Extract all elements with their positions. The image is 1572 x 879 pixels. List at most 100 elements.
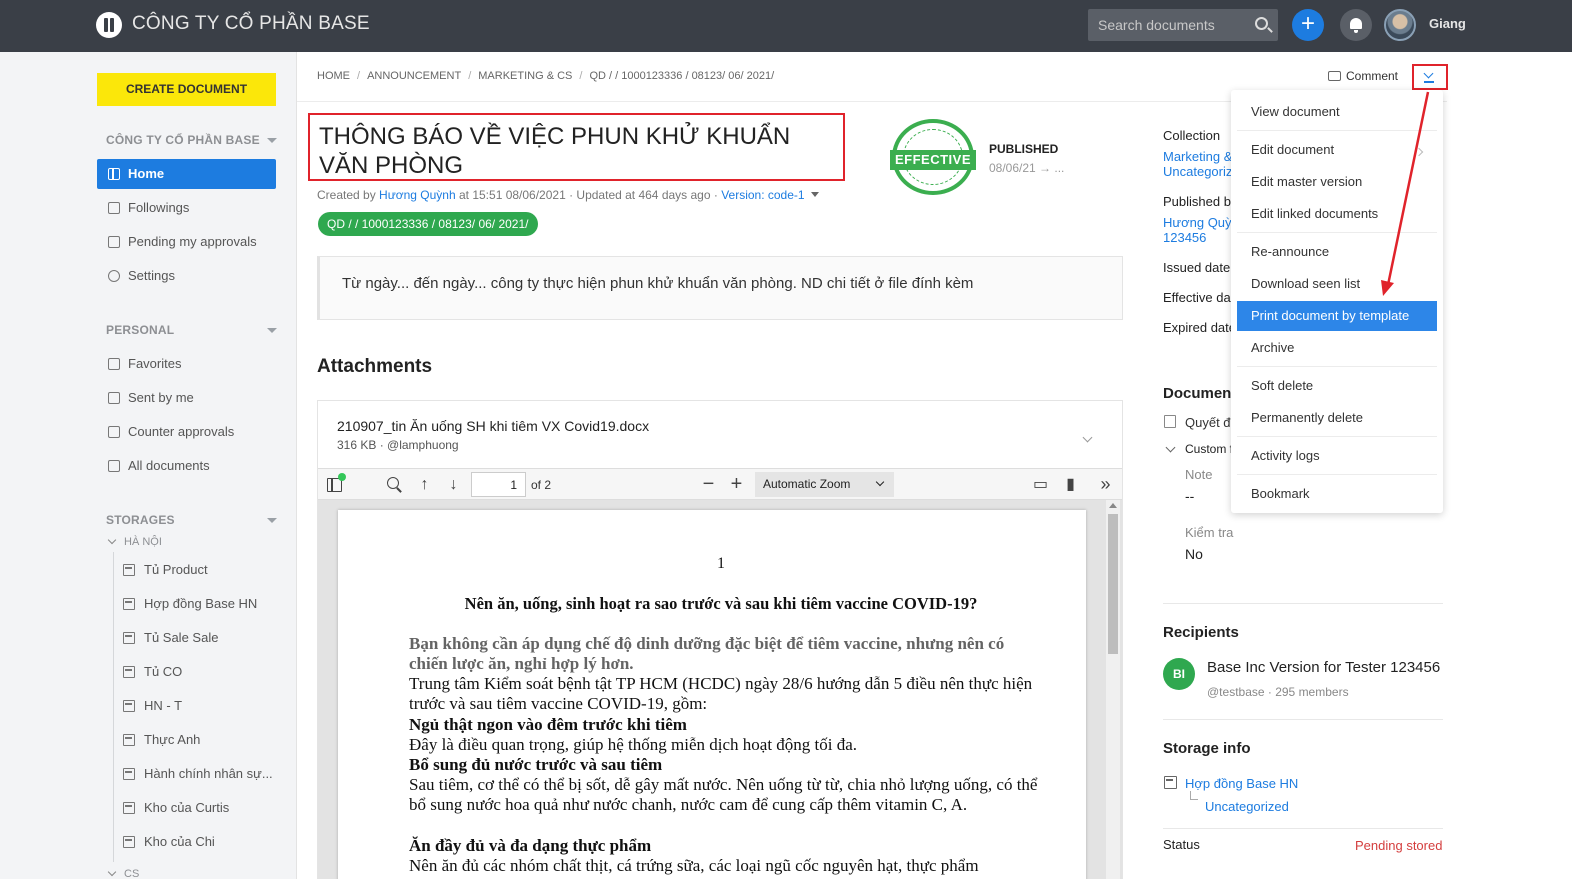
bookmark-file-icon: [108, 358, 120, 370]
menu-item-activity-logs[interactable]: Activity logs: [1237, 441, 1437, 471]
page-count: of 2: [531, 478, 552, 492]
caret-down-icon[interactable]: [810, 192, 819, 197]
add-button[interactable]: +: [1292, 9, 1324, 41]
sidebar-item-label: Counter approvals: [128, 424, 235, 439]
note-value: --: [1185, 488, 1195, 504]
search-box[interactable]: [1088, 9, 1278, 41]
zoom-select[interactable]: Automatic Zoom: [755, 472, 894, 497]
sidebar-item-all-documents[interactable]: All documents: [97, 451, 276, 481]
sidebar-item-home[interactable]: Home: [97, 159, 276, 189]
comment-button[interactable]: Comment: [1328, 69, 1398, 83]
storage-link[interactable]: Hợp đồng Base HN: [1185, 776, 1298, 791]
document-title: THÔNG BÁO VỀ VIỆC PHUN KHỬ KHUẨN VĂN PHÒ…: [319, 123, 791, 179]
menu-item-permanently-delete[interactable]: Permanently delete: [1237, 403, 1437, 433]
breadcrumb-item[interactable]: MARKETING & CS: [478, 70, 572, 82]
recipient-name[interactable]: Base Inc Version for Tester 123456: [1207, 659, 1440, 676]
sidebar-item-settings[interactable]: Settings: [97, 261, 276, 291]
file-name[interactable]: 210907_tin Ăn uống SH khi tiêm VX Covid1…: [337, 418, 649, 434]
storage-sub-link[interactable]: Uncategorized: [1205, 799, 1289, 814]
page-paragraph: Trung tâm Kiểm soát bệnh tật TP HCM (HCD…: [409, 674, 1033, 713]
zoom-out-icon[interactable]: −: [700, 474, 717, 494]
storage-item-label: HN - T: [144, 698, 183, 713]
cabinet-icon: [123, 666, 135, 678]
bookmark-icon[interactable]: ▮: [1062, 476, 1079, 493]
breadcrumb-item[interactable]: QD / / 1000123336 / 08123/ 06/ 2021/: [589, 70, 774, 82]
chevron-down-icon[interactable]: [1082, 432, 1093, 443]
custom-fields-label[interactable]: Custom f: [1185, 442, 1233, 456]
title-highlight-box: THÔNG BÁO VỀ VIỆC PHUN KHỬ KHUẨN VĂN PHÒ…: [308, 113, 845, 181]
top-bar: CÔNG TY CỔ PHẦN BASE + Giang: [0, 0, 1572, 52]
search-input[interactable]: [1088, 9, 1248, 41]
search-icon[interactable]: [386, 476, 403, 493]
collection-label: Collection: [1163, 128, 1221, 143]
menu-item-download-seen-list[interactable]: Download seen list: [1237, 269, 1437, 299]
chevron-down-icon[interactable]: [267, 328, 277, 333]
collection-link[interactable]: Marketing &: [1163, 149, 1232, 164]
menu-separator: [1237, 232, 1437, 233]
sidebar-item-sent-by-me[interactable]: Sent by me: [97, 383, 276, 413]
effective-date-label: Effective da: [1163, 290, 1231, 305]
chevron-down-icon[interactable]: [107, 867, 117, 877]
sidebar-item-followings[interactable]: Followings: [97, 193, 276, 223]
tree-line: [113, 552, 114, 862]
company-title[interactable]: CÔNG TY CỔ PHẦN BASE: [132, 13, 370, 35]
open-file-icon[interactable]: ▭: [1032, 476, 1049, 493]
chevron-down-icon[interactable]: [107, 535, 117, 545]
avatar[interactable]: [1384, 9, 1416, 41]
more-actions-button[interactable]: [1412, 64, 1448, 90]
sidebar-item-counter-approvals[interactable]: Counter approvals: [97, 417, 276, 447]
menu-item-edit-linked-documents[interactable]: Edit linked documents: [1237, 199, 1437, 229]
pdf-viewport[interactable]: 1 Nên ăn, uống, sinh hoạt ra sao trước v…: [318, 500, 1122, 879]
author-link[interactable]: Hương Quỳnh: [379, 188, 456, 202]
menu-item-edit-master-version[interactable]: Edit master version: [1237, 167, 1437, 197]
breadcrumb-separator: /: [468, 70, 472, 82]
storage-group-title[interactable]: HÀ NỘI: [124, 536, 162, 548]
menu-item-print-by-template[interactable]: Print document by template: [1237, 301, 1437, 331]
scroll-up-icon[interactable]: [1109, 503, 1117, 508]
collection-link[interactable]: Uncategoriz: [1163, 164, 1232, 179]
company-section-title[interactable]: CÔNG TY CỔ PHẦN BASE: [106, 133, 260, 147]
arrow-up-icon[interactable]: ↑: [416, 476, 433, 493]
menu-item-bookmark[interactable]: Bookmark: [1237, 479, 1437, 509]
menu-item-re-announce[interactable]: Re-announce: [1237, 237, 1437, 267]
menu-item-archive[interactable]: Archive: [1237, 333, 1437, 363]
zoom-in-icon[interactable]: +: [728, 474, 745, 494]
personal-section-title[interactable]: PERSONAL: [106, 323, 174, 337]
page-paragraph: Sau tiêm, cơ thể có thể bị sốt, dễ gây m…: [409, 775, 1038, 814]
version-select[interactable]: Version: code-1: [721, 188, 804, 202]
storages-section-title[interactable]: STORAGES: [106, 513, 175, 527]
cabinet-icon: [123, 802, 135, 814]
create-document-button[interactable]: CREATE DOCUMENT: [97, 73, 276, 106]
cabinet-icon: [123, 734, 135, 746]
recipient-avatar: BI: [1163, 658, 1195, 690]
pdf-scrollbar[interactable]: [1106, 500, 1120, 879]
bell-icon[interactable]: [1340, 9, 1372, 41]
double-chevron-right-icon[interactable]: »: [1097, 475, 1114, 493]
arrow-down-icon[interactable]: ↓: [445, 476, 462, 493]
page-number-input[interactable]: [471, 472, 526, 497]
published-by-link[interactable]: Hương Quỳn: [1163, 215, 1239, 230]
menu-item-edit-document[interactable]: Edit document: [1237, 135, 1437, 165]
document-item[interactable]: Quyết đị: [1185, 415, 1233, 430]
menu-item-soft-delete[interactable]: Soft delete: [1237, 371, 1437, 401]
description-box: Từ ngày... đến ngày... công ty thực hiện…: [317, 256, 1123, 320]
cabinet-icon: [1164, 776, 1177, 789]
chevron-down-icon[interactable]: [267, 138, 277, 143]
menu-item-view-document[interactable]: View document: [1237, 97, 1437, 127]
meta-text: at 15:51 08/06/2021 · Updated at 464 day…: [455, 188, 722, 202]
scroll-thumb[interactable]: [1108, 514, 1118, 654]
sidebar-item-favorites[interactable]: Favorites: [97, 349, 276, 379]
published-by-id[interactable]: 123456: [1163, 230, 1206, 245]
chevron-down-icon[interactable]: [267, 518, 277, 523]
base-logo-icon[interactable]: [96, 12, 122, 38]
breadcrumb-item[interactable]: HOME: [317, 70, 350, 82]
file-meta: 316 KB · @lamphuong: [337, 438, 459, 452]
storage-group-title[interactable]: CS: [124, 868, 139, 879]
search-icon[interactable]: [1255, 17, 1268, 30]
chevron-down-icon: [1423, 68, 1434, 79]
sidebar-item-pending-approvals[interactable]: Pending my approvals: [97, 227, 276, 257]
breadcrumb-item[interactable]: ANNOUNCEMENT: [367, 70, 461, 82]
chevron-down-icon[interactable]: [1165, 442, 1176, 453]
user-name[interactable]: Giang: [1429, 16, 1466, 31]
status-label: PUBLISHED: [989, 142, 1059, 156]
